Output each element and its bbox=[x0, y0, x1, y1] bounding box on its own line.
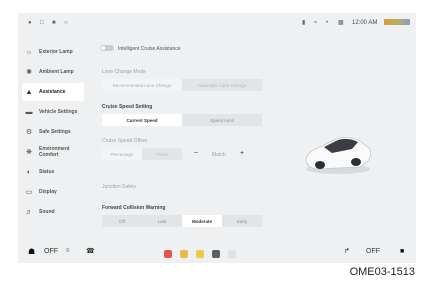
sidebar-item-label: Ambient Lamp bbox=[39, 69, 74, 75]
option-fcw-off[interactable]: Off bbox=[102, 215, 142, 227]
sidebar-item-label: Exterior Lamp bbox=[39, 49, 73, 55]
offset-decrease-button[interactable]: − bbox=[194, 150, 198, 158]
camera-icon[interactable]: ○ bbox=[64, 19, 68, 27]
sidebar-item-label: Environment Comfort bbox=[39, 146, 70, 158]
music-app-icon[interactable] bbox=[164, 250, 172, 258]
option-recommended-lane-change[interactable]: Recommended Lane Change bbox=[102, 79, 182, 91]
status-bar: ● □ ■ ○ ▮ ≈ • ▩ 12:00 AM bbox=[18, 13, 416, 33]
sidebar-item-label: Display bbox=[39, 189, 57, 195]
car-assist-icon: ▲ bbox=[25, 88, 33, 96]
offset-title: Cruise Speed Offset bbox=[102, 138, 147, 144]
seat-heat-icon[interactable]: ≡ bbox=[66, 247, 70, 256]
option-fcw-moderate[interactable]: Moderate bbox=[182, 215, 222, 227]
sidebar-item-status[interactable]: ◐ Status bbox=[22, 163, 84, 181]
user-profile-badge[interactable] bbox=[384, 19, 410, 25]
sidebar-item-display[interactable]: ▭ Display bbox=[22, 183, 84, 201]
option-fcw-early[interactable]: Early bbox=[222, 215, 262, 227]
more-apps-icon[interactable] bbox=[228, 250, 236, 258]
sidebar-item-label: Vehicle Settings bbox=[39, 109, 78, 115]
cruise-speed-title: Cruise Speed Setting bbox=[102, 104, 153, 110]
wifi-icon: ≈ bbox=[314, 20, 318, 26]
sidebar-item-exterior-lamp[interactable]: ☼ Exterior Lamp bbox=[22, 43, 84, 61]
option-fcw-late[interactable]: Late bbox=[142, 215, 182, 227]
car-icon[interactable]: ● bbox=[28, 19, 32, 27]
seat-icon[interactable]: ↱ bbox=[344, 247, 350, 256]
fan-control-icon[interactable]: ■ bbox=[400, 247, 404, 256]
home-icon[interactable]: ☗ bbox=[28, 247, 35, 256]
option-percentage[interactable]: Percentage bbox=[102, 148, 142, 160]
book-icon[interactable]: □ bbox=[40, 19, 44, 27]
vehicle-icon: ▬ bbox=[25, 108, 33, 116]
sidebar-item-assistance[interactable]: ▲ Assistance bbox=[22, 83, 84, 101]
gauge-icon: ◐ bbox=[26, 168, 32, 176]
vehicle-illustration bbox=[305, 137, 372, 174]
sidebar-item-label: Status bbox=[39, 169, 55, 175]
sound-icon[interactable]: ■ bbox=[52, 19, 56, 27]
intelligent-cruise-toggle[interactable] bbox=[100, 45, 114, 51]
option-automatic-lane-change[interactable]: Automatic Lane Change bbox=[182, 79, 262, 91]
option-current-speed[interactable]: Current Speed bbox=[102, 114, 182, 126]
toggle-knob bbox=[101, 46, 105, 50]
clock: 12:00 AM bbox=[352, 20, 378, 26]
fan-icon: ❋ bbox=[26, 149, 32, 156]
sidebar-item-safe-settings[interactable]: ⚙ Safe Settings bbox=[22, 123, 84, 141]
option-fixed[interactable]: Fixed bbox=[142, 148, 182, 160]
speaker-icon: ♬ bbox=[25, 208, 33, 216]
microphone-icon[interactable]: ▮ bbox=[302, 19, 305, 27]
lane-change-title: Lane Change Mode bbox=[102, 69, 146, 75]
figure-caption: OME03-1513 bbox=[349, 266, 415, 278]
sidebar-item-sound[interactable]: ♬ Sound bbox=[22, 203, 84, 221]
option-speed-limit[interactable]: Speed Limit bbox=[182, 114, 262, 126]
sidebar-item-label: Sound bbox=[39, 209, 55, 215]
sidebar-item-ambient-lamp[interactable]: ✺ Ambient Lamp bbox=[22, 63, 84, 81]
junction-safety-label[interactable]: Junction Safety bbox=[102, 184, 136, 190]
offset-segmented: Percentage Fixed bbox=[102, 148, 182, 160]
intelligent-cruise-label: Intelligent Cruise Assistance bbox=[118, 46, 181, 52]
phone-icon[interactable]: ☎ bbox=[86, 247, 95, 256]
lamp-icon: ☼ bbox=[25, 48, 33, 56]
settings-app-icon[interactable] bbox=[212, 250, 220, 258]
navigation-app-icon[interactable] bbox=[196, 250, 204, 258]
right-temperature[interactable]: OFF bbox=[366, 247, 380, 256]
gear-icon: ⚙ bbox=[25, 129, 33, 136]
sidebar-item-label: Assistance bbox=[39, 89, 66, 95]
fcw-title: Forward Collision Warning bbox=[102, 205, 166, 211]
sidebar-item-environment-comfort[interactable]: ❋ Environment Comfort bbox=[22, 143, 84, 161]
offset-increase-button[interactable]: + bbox=[240, 150, 244, 158]
bottom-bar: ☗ OFF ≡ ☎ ↱ OFF ■ bbox=[18, 241, 416, 263]
infotainment-screen: ● □ ■ ○ ▮ ≈ • ▩ 12:00 AM ☼ Exterior Lamp… bbox=[18, 13, 416, 263]
sidebar-item-label: Safe Settings bbox=[39, 129, 71, 135]
fcw-segmented: Off Late Moderate Early bbox=[102, 215, 262, 227]
lane-change-segmented: Recommended Lane Change Automatic Lane C… bbox=[102, 79, 262, 91]
signal-icon: ▩ bbox=[338, 20, 344, 26]
sidebar-item-vehicle-settings[interactable]: ▬ Vehicle Settings bbox=[22, 103, 84, 121]
offset-value: Match bbox=[212, 152, 226, 158]
ambient-icon: ✺ bbox=[26, 69, 32, 76]
display-icon: ▭ bbox=[25, 189, 33, 196]
gallery-app-icon[interactable] bbox=[180, 250, 188, 258]
bluetooth-icon: • bbox=[326, 20, 329, 26]
left-temperature[interactable]: OFF bbox=[44, 247, 58, 256]
cruise-speed-segmented: Current Speed Speed Limit bbox=[102, 114, 262, 126]
